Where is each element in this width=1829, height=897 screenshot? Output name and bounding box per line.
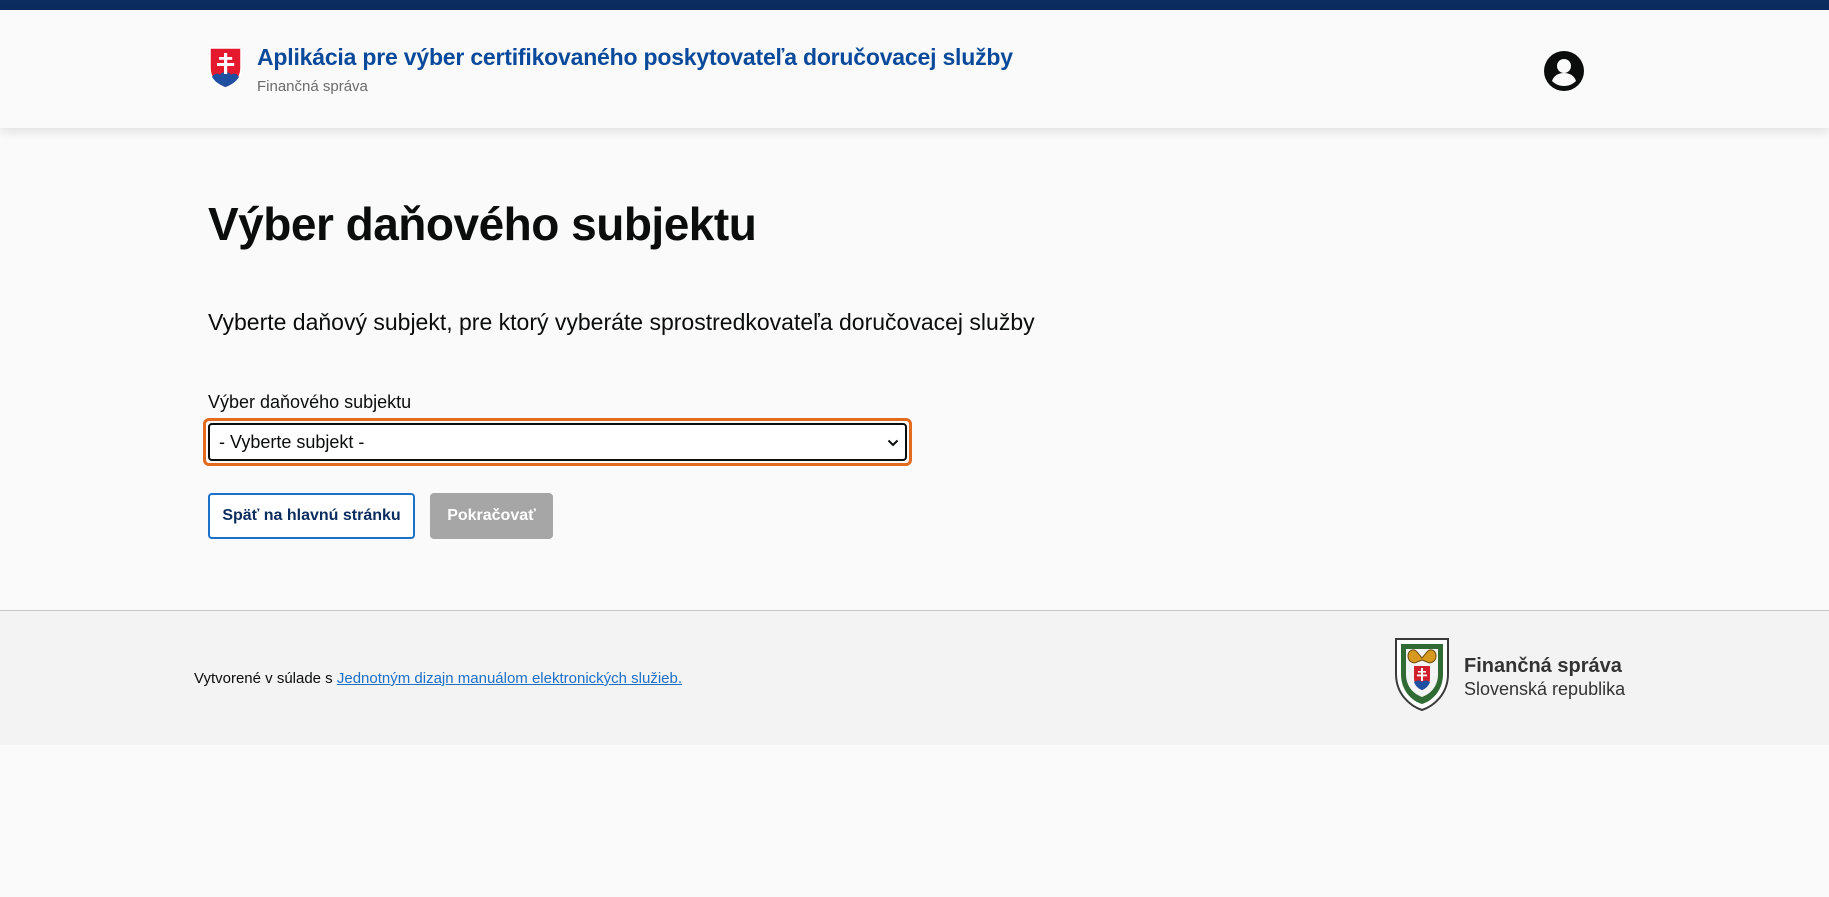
app-subtitle: Finančná správa [257,78,368,95]
footer-prefix: Vytvorené v súlade s [194,670,337,687]
select-label: Výber daňového subjektu [208,392,412,412]
design-manual-link[interactable]: Jednotným dizajn manuálom elektronických… [337,670,682,687]
select-value: - Vyberte subjekt - [219,432,365,452]
footer-text: Vytvorené v súlade s Jednotným dizajn ma… [194,670,682,687]
select-focus-ring: - Vyberte subjekt - [203,418,912,466]
back-to-home-button[interactable]: Späť na hlavnú stránku [208,493,415,539]
org-country: Slovenská republika [1464,679,1626,699]
continue-button[interactable]: Pokračovať [430,493,553,539]
page-title: Výber daňového subjektu [208,198,757,250]
chevron-down-icon [887,439,899,447]
user-account-icon[interactable] [1543,50,1585,92]
app-title: Aplikácia pre výber certifikovaného posk… [257,44,1013,70]
org-name: Finančná správa [1464,655,1622,677]
financial-administration-emblem-icon [1395,638,1449,712]
top-stripe [0,0,1829,10]
app-header: Aplikácia pre výber certifikovaného posk… [0,10,1829,128]
lead-text: Vyberte daňový subjekt, pre ktorý vyberá… [208,309,1035,335]
slovak-coat-of-arms-icon [209,47,242,89]
page-footer: Vytvorené v súlade s Jednotným dizajn ma… [0,610,1829,745]
tax-subject-select[interactable]: - Vyberte subjekt - [208,423,907,461]
